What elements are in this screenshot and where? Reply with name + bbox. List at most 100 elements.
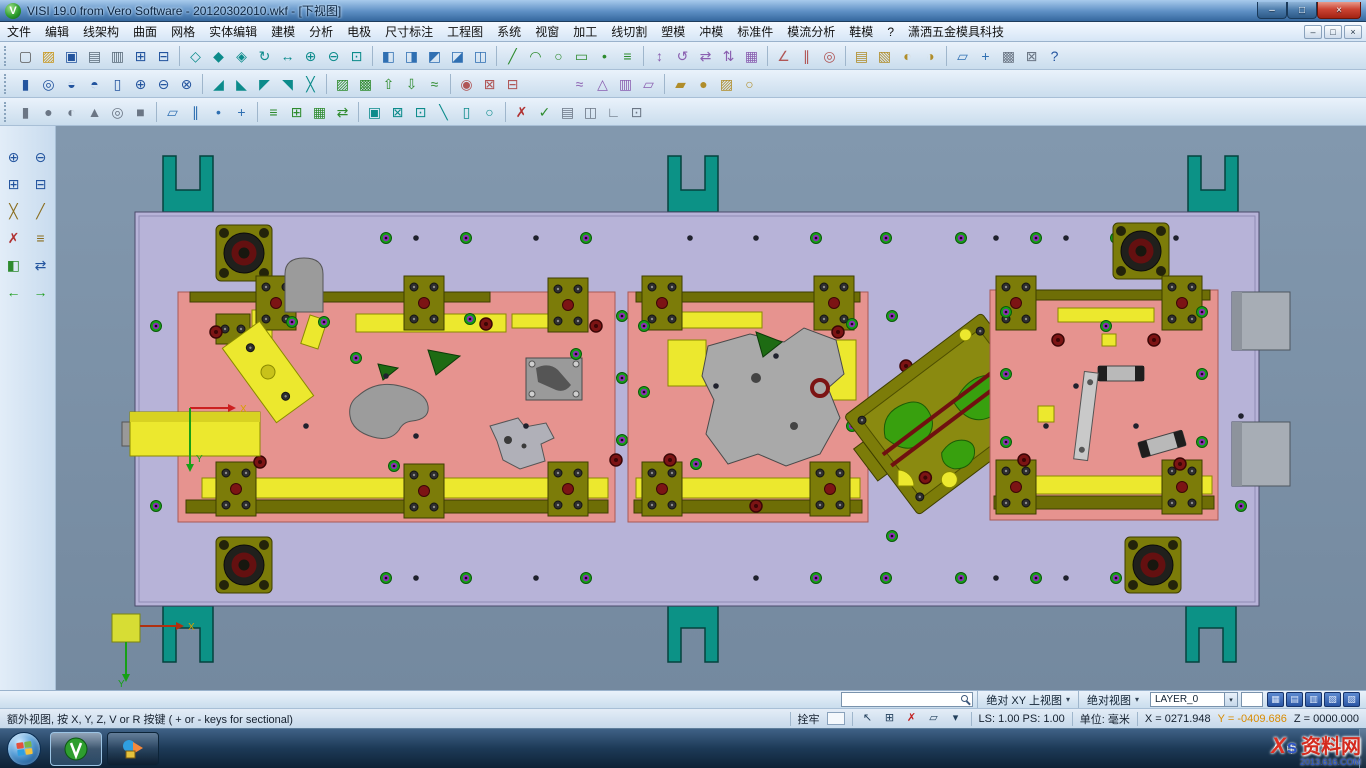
interference-check-icon[interactable]: ✗ bbox=[510, 100, 533, 123]
menu-item-21[interactable]: ? bbox=[880, 22, 901, 42]
scale-tool-icon[interactable]: ⇅ bbox=[717, 44, 740, 67]
surface-patch-icon[interactable]: ▨ bbox=[331, 72, 354, 95]
stock-cylinder-icon[interactable]: ● bbox=[37, 100, 60, 123]
pan-view-icon[interactable]: ↔ bbox=[276, 44, 299, 67]
cad-viewport-canvas[interactable]: X Y X Y bbox=[56, 126, 1366, 690]
texture-map-icon[interactable]: ▨ bbox=[715, 72, 738, 95]
hidden-line-display-icon[interactable]: ◈ bbox=[230, 44, 253, 67]
tray-volume-icon[interactable]: ◀ bbox=[1322, 741, 1330, 756]
top-view-icon[interactable]: ◧ bbox=[377, 44, 400, 67]
workplane-tool-icon[interactable]: ▱ bbox=[951, 44, 974, 67]
view-reference-button[interactable]: 绝对视图▾ bbox=[1078, 691, 1147, 709]
menu-item-22[interactable]: 潇洒五金模具科技 bbox=[901, 22, 1011, 42]
delete-face-icon[interactable]: ◥ bbox=[276, 72, 299, 95]
cursor-select-icon[interactable]: ↖ bbox=[860, 711, 876, 727]
datum-point-icon[interactable]: • bbox=[207, 100, 230, 123]
paint-faces-icon[interactable]: ◧ bbox=[1, 252, 26, 277]
layer-combo[interactable]: LAYER_0 ▾ bbox=[1150, 692, 1238, 707]
menu-item-12[interactable]: 系统 bbox=[490, 22, 528, 42]
boolean-subtract-icon[interactable]: ⊖ bbox=[152, 72, 175, 95]
curvature-analysis-icon[interactable]: ≈ bbox=[568, 72, 591, 95]
primitive-box-icon[interactable]: ■ bbox=[129, 100, 152, 123]
search-input[interactable] bbox=[842, 694, 961, 706]
draft-analysis-icon[interactable]: △ bbox=[591, 72, 614, 95]
close-button[interactable]: × bbox=[1317, 2, 1361, 19]
boolean-union-icon[interactable]: ⊕ bbox=[129, 72, 152, 95]
section-analysis-icon[interactable]: ▱ bbox=[637, 72, 660, 95]
filter-selection-icon[interactable]: ◑ bbox=[919, 44, 942, 67]
rotate-tool-icon[interactable]: ↺ bbox=[671, 44, 694, 67]
ortho-mode-icon[interactable]: ∟ bbox=[602, 100, 625, 123]
print-icon[interactable]: ▤ bbox=[83, 44, 106, 67]
revolve-solid-icon[interactable]: ◎ bbox=[37, 72, 60, 95]
stock-cone-icon[interactable]: ▲ bbox=[83, 100, 106, 123]
hole-feature-icon[interactable]: ◉ bbox=[455, 72, 478, 95]
array-tool-icon[interactable]: ▦ bbox=[740, 44, 763, 67]
zoom-in-icon[interactable]: ⊕ bbox=[1, 144, 26, 169]
point-tool-icon[interactable]: • bbox=[593, 44, 616, 67]
maximize-button[interactable]: □ bbox=[1287, 2, 1317, 19]
zoom-window-icon[interactable]: ⊡ bbox=[345, 44, 368, 67]
copy-entity-icon[interactable]: ⊞ bbox=[129, 44, 152, 67]
parting-surface-icon[interactable]: ╲ bbox=[432, 100, 455, 123]
chamfer-edge-icon[interactable]: ◣ bbox=[230, 72, 253, 95]
assembly-tree-icon[interactable]: ≡ bbox=[262, 100, 285, 123]
zoom-out-icon[interactable]: ⊖ bbox=[322, 44, 345, 67]
menu-item-15[interactable]: 线切割 bbox=[604, 22, 654, 42]
menu-item-6[interactable]: 实体编辑 bbox=[202, 22, 264, 42]
mirror-component-icon[interactable]: ⇄ bbox=[331, 100, 354, 123]
front-view-icon[interactable]: ◨ bbox=[400, 44, 423, 67]
material-editor-icon[interactable]: ▰ bbox=[669, 72, 692, 95]
stock-ring-icon[interactable]: ◎ bbox=[106, 100, 129, 123]
layer-manager-icon[interactable]: ▤ bbox=[850, 44, 873, 67]
tray-expand-icon[interactable]: ▴ bbox=[1273, 741, 1278, 756]
grid-toggle-icon[interactable]: ▩ bbox=[997, 44, 1020, 67]
menu-item-13[interactable]: 视窗 bbox=[528, 22, 566, 42]
datum-axis-icon[interactable]: ∥ bbox=[184, 100, 207, 123]
stock-block-icon[interactable]: ▮ bbox=[14, 100, 37, 123]
viewport[interactable]: X Y X Y bbox=[56, 126, 1366, 690]
view-mode-button[interactable]: 绝对 XY 上视图▾ bbox=[977, 691, 1078, 709]
shaded-display-icon[interactable]: ◆ bbox=[207, 44, 230, 67]
pocket-feature-icon[interactable]: ⊠ bbox=[478, 72, 501, 95]
thickness-analysis-icon[interactable]: ▥ bbox=[614, 72, 637, 95]
zoom-previous-icon[interactable]: ⊟ bbox=[28, 171, 53, 196]
layer-filter-box[interactable] bbox=[1241, 692, 1263, 707]
line-tool-icon[interactable]: ╱ bbox=[501, 44, 524, 67]
cancel-icon[interactable]: ✗ bbox=[904, 711, 920, 727]
taskbar-graphics-app[interactable] bbox=[107, 732, 159, 766]
dock-layers-button[interactable]: ▤ bbox=[1286, 692, 1303, 707]
new-file-icon[interactable]: ▢ bbox=[14, 44, 37, 67]
extrude-solid-icon[interactable]: ▮ bbox=[14, 72, 37, 95]
dock-view-button[interactable]: ▦ bbox=[1267, 692, 1284, 707]
mirror-tool-icon[interactable]: ⇄ bbox=[694, 44, 717, 67]
measure-distance-icon[interactable]: ∠ bbox=[772, 44, 795, 67]
datum-plane-icon[interactable]: ▱ bbox=[161, 100, 184, 123]
mdi-minimize-button[interactable]: – bbox=[1304, 25, 1322, 39]
shell-solid-icon[interactable]: ▯ bbox=[106, 72, 129, 95]
menu-item-18[interactable]: 标准件 bbox=[730, 22, 780, 42]
die-section-right[interactable] bbox=[990, 276, 1218, 520]
rectangle-tool-icon[interactable]: ▭ bbox=[570, 44, 593, 67]
tray-display-icon[interactable]: ▦ bbox=[1304, 741, 1313, 756]
full-screen-icon[interactable]: ⊡ bbox=[625, 100, 648, 123]
top-clamps[interactable] bbox=[163, 156, 1238, 212]
mdi-close-button[interactable]: × bbox=[1344, 25, 1362, 39]
split-body-icon[interactable]: ╳ bbox=[299, 72, 322, 95]
zoom-out-icon[interactable]: ⊖ bbox=[28, 144, 53, 169]
move-tool-icon[interactable]: ↕ bbox=[648, 44, 671, 67]
wireframe-display-icon[interactable]: ◇ bbox=[184, 44, 207, 67]
cut-tool-icon[interactable]: ╱ bbox=[28, 198, 53, 223]
ucs-tool-icon[interactable]: + bbox=[974, 44, 997, 67]
sketch-plane-icon[interactable]: ▱ bbox=[926, 711, 942, 727]
side-view-icon[interactable]: ◩ bbox=[423, 44, 446, 67]
nav-forward-icon[interactable]: → bbox=[28, 279, 53, 304]
fillet-edge-icon[interactable]: ◢ bbox=[207, 72, 230, 95]
delete-tool-icon[interactable]: ✗ bbox=[1, 225, 26, 250]
moldbase-wizard-icon[interactable]: ▣ bbox=[363, 100, 386, 123]
start-button[interactable] bbox=[7, 732, 41, 766]
arc-tool-icon[interactable]: ◠ bbox=[524, 44, 547, 67]
more-options-icon[interactable]: ▾ bbox=[948, 711, 964, 727]
extend-surface-icon[interactable]: ⇧ bbox=[377, 72, 400, 95]
gray-insert[interactable] bbox=[285, 258, 323, 312]
